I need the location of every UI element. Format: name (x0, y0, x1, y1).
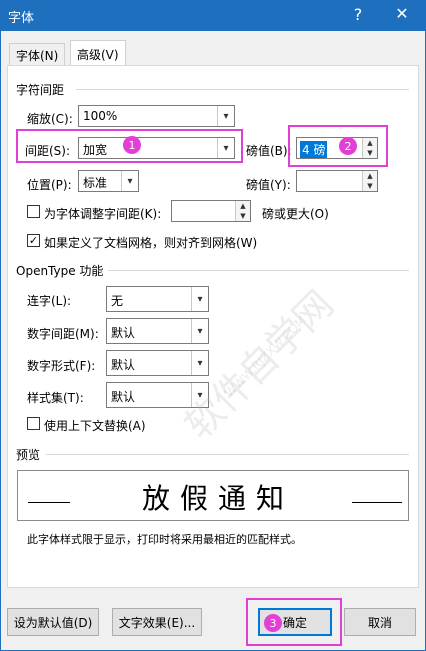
contextual-alternates-checkbox[interactable] (27, 417, 40, 430)
preview-note: 此字体样式限于显示，打印时将采用最相近的匹配样式。 (27, 533, 302, 546)
number-forms-combo[interactable]: 默认 ▾ (106, 350, 209, 376)
grid-checkbox[interactable]: ✓ (27, 234, 40, 247)
position-by-label: 磅值(Y): (246, 178, 291, 192)
number-spacing-value: 默认 (111, 326, 136, 340)
section-title-char-spacing: 字符间距 (16, 83, 65, 97)
tab-font[interactable]: 字体(N) (9, 43, 66, 65)
spacing-value: 加宽 (83, 143, 108, 157)
number-forms-label: 数字形式(F): (27, 359, 96, 373)
set-default-button[interactable]: 设为默认值(D) (7, 608, 99, 636)
grid-label: 如果定义了文档网格，则对齐到网格(W) (44, 236, 258, 250)
cancel-button[interactable]: 取消 (344, 608, 416, 636)
position-label: 位置(P): (27, 178, 72, 192)
kerning-spinner[interactable]: ▲ ▼ (171, 200, 251, 222)
annotation-badge-2: 2 (339, 137, 357, 155)
spin-down-icon[interactable]: ▼ (362, 148, 377, 158)
text-effects-button[interactable]: 文字效果(E)... (112, 608, 202, 636)
tab-advanced[interactable]: 高级(V) (70, 40, 126, 66)
title-bar: 字体 ? ✕ (0, 0, 426, 31)
kerning-checkbox[interactable] (27, 205, 40, 218)
chevron-down-icon[interactable]: ▾ (217, 106, 234, 126)
close-icon[interactable]: ✕ (392, 4, 412, 23)
ligatures-label: 连字(L): (27, 294, 72, 308)
annotation-badge-3: 3 (264, 614, 282, 632)
section-title-opentype: OpenType 功能 (16, 264, 104, 278)
preview-line-right (352, 502, 402, 503)
spacing-combo[interactable]: 加宽 ▾ (78, 137, 235, 159)
ligatures-combo[interactable]: 无 ▾ (106, 286, 209, 312)
spin-down-icon[interactable]: ▼ (235, 211, 250, 221)
contextual-alternates-label: 使用上下文替换(A) (44, 419, 146, 433)
separator (76, 89, 409, 90)
kerning-label: 为字体调整字间距(K): (44, 207, 162, 221)
stylistic-sets-label: 样式集(T): (27, 391, 84, 405)
stylistic-sets-value: 默认 (111, 390, 136, 404)
spin-down-icon[interactable]: ▼ (362, 181, 377, 191)
preview-line-left (28, 502, 70, 503)
section-title-preview: 预览 (16, 448, 41, 462)
chevron-down-icon[interactable]: ▾ (191, 287, 208, 311)
window-title: 字体 (8, 11, 35, 26)
scale-combo[interactable]: 100% ▾ (78, 105, 235, 127)
number-spacing-label: 数字间距(M): (27, 327, 99, 341)
position-value: 标准 (83, 176, 108, 190)
number-spacing-combo[interactable]: 默认 ▾ (106, 318, 209, 344)
spacing-by-value[interactable]: 4 磅 (300, 141, 328, 158)
position-combo[interactable]: 标准 ▾ (78, 170, 139, 192)
position-by-spinner[interactable]: ▲ ▼ (296, 170, 378, 192)
chevron-down-icon[interactable]: ▾ (121, 171, 138, 191)
separator (46, 454, 409, 455)
chevron-down-icon[interactable]: ▾ (191, 351, 208, 375)
scale-value: 100% (83, 109, 118, 123)
annotation-badge-1: 1 (123, 136, 141, 154)
chevron-down-icon[interactable]: ▾ (191, 319, 208, 343)
preview-box: 放假通知 (17, 470, 409, 521)
kerning-suffix: 磅或更大(O) (262, 207, 329, 221)
number-forms-value: 默认 (111, 358, 136, 372)
ligatures-value: 无 (111, 294, 124, 308)
preview-sample-text: 放假通知 (142, 482, 295, 515)
spacing-by-spinner[interactable]: 4 磅 ▲ ▼ (296, 137, 378, 159)
separator (108, 270, 409, 271)
spacing-label: 间距(S): (25, 144, 71, 158)
spacing-by-label: 磅值(B): (246, 144, 292, 158)
help-icon[interactable]: ? (348, 5, 368, 24)
chevron-down-icon[interactable]: ▾ (217, 138, 234, 158)
scale-label: 缩放(C): (27, 112, 73, 126)
